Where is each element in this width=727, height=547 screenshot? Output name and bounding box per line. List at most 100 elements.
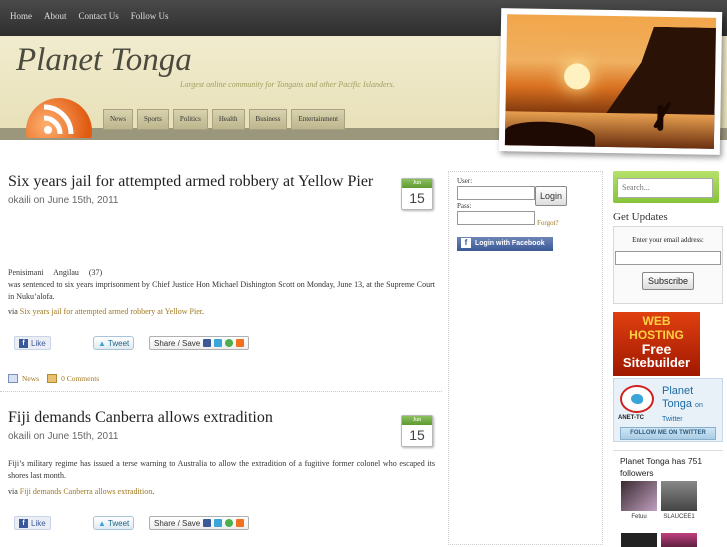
like-label: Like bbox=[31, 518, 46, 528]
search-input[interactable] bbox=[617, 177, 713, 198]
date-badge: Jun 15 bbox=[401, 178, 433, 210]
facebook-login-label: Login with Facebook bbox=[475, 240, 545, 247]
twitter-follow-widget[interactable]: Planet Tonga on Twitter ANET-TC FOLLOW M… bbox=[613, 378, 723, 442]
twitter-bird-icon bbox=[620, 385, 654, 413]
site-title[interactable]: Planet Tonga bbox=[16, 42, 192, 79]
via-source-link[interactable]: Fiji demands Canberra allows extradition bbox=[20, 487, 152, 496]
ad-line: HOSTING bbox=[629, 328, 684, 342]
email-input[interactable] bbox=[615, 251, 721, 265]
post-comments-link[interactable]: 0 Comments bbox=[61, 374, 99, 383]
password-input[interactable] bbox=[457, 211, 535, 225]
follower-avatar[interactable]: SLAUCEE1 bbox=[661, 481, 697, 523]
more-share-icon bbox=[236, 339, 245, 347]
updates-heading: Get Updates bbox=[613, 211, 668, 223]
via-suffix: . bbox=[152, 487, 155, 496]
date-day: 15 bbox=[409, 427, 425, 443]
twitter-bird-icon: ▲ bbox=[98, 338, 106, 348]
post-footer: News 0 Comments bbox=[8, 374, 99, 383]
ad-line: Sitebuilder bbox=[622, 355, 691, 370]
twitter-bird-icon: ▲ bbox=[98, 518, 106, 528]
tweet-button[interactable]: ▲ Tweet bbox=[93, 336, 135, 350]
email-share-icon bbox=[225, 339, 234, 347]
facebook-like-button[interactable]: f Like bbox=[14, 516, 51, 530]
post-excerpt-line: Penisimani Angilau (37) bbox=[8, 268, 103, 277]
facebook-like-button[interactable]: f Like bbox=[14, 336, 51, 350]
login-button[interactable]: Login bbox=[535, 186, 567, 206]
web-hosting-ad[interactable]: WEB HOSTING Free Sitebuilder bbox=[613, 312, 700, 376]
facebook-login-button[interactable]: f Login with Facebook bbox=[457, 237, 553, 251]
date-day: 15 bbox=[409, 190, 425, 206]
date-month: Jun bbox=[402, 179, 432, 188]
share-save-button[interactable]: Share / Save bbox=[149, 516, 250, 530]
cat-business-tab[interactable]: Business bbox=[248, 109, 288, 130]
cat-news-tab[interactable]: News bbox=[103, 109, 133, 130]
post-category-link[interactable]: News bbox=[22, 374, 39, 383]
facebook-icon: f bbox=[461, 238, 471, 248]
nav-about-link[interactable]: About bbox=[38, 11, 73, 21]
pass-label: Pass: bbox=[457, 202, 472, 210]
cat-politics-tab[interactable]: Politics bbox=[172, 109, 208, 130]
post-excerpt: Penisimani Angilau (37) was sentenced to… bbox=[8, 267, 435, 303]
cat-sports-tab[interactable]: Sports bbox=[136, 109, 169, 130]
post-meta: okaili on June 15th, 2011 bbox=[8, 431, 119, 442]
post-title[interactable]: Fiji demands Canberra allows extradition bbox=[8, 409, 436, 427]
email-prompt: Enter your email address: bbox=[632, 236, 704, 244]
tweet-label: Tweet bbox=[107, 518, 130, 528]
forgot-password-link[interactable]: Forgot? bbox=[537, 219, 559, 227]
tweet-button[interactable]: ▲ Tweet bbox=[93, 516, 135, 530]
follower-name: Fetuu bbox=[631, 514, 647, 520]
avatar bbox=[661, 481, 697, 511]
follow-on-twitter-button[interactable]: FOLLOW ME ON TWITTER bbox=[620, 427, 716, 440]
subscribe-button[interactable]: Subscribe bbox=[642, 272, 694, 290]
share-save-label: Share / Save bbox=[154, 338, 201, 348]
facebook-share-icon bbox=[203, 519, 212, 527]
comments-icon bbox=[47, 374, 58, 383]
rss-icon[interactable] bbox=[26, 98, 92, 138]
twitter-name: Planet Tonga on Twitter bbox=[662, 385, 703, 426]
date-badge: Jun 15 bbox=[401, 415, 433, 447]
post-via: via Six years jail for attempted armed r… bbox=[8, 307, 204, 316]
followers-count: Planet Tonga has 751 followers bbox=[620, 456, 703, 478]
twitter-platform: Twitter bbox=[662, 416, 683, 423]
nav-home-link[interactable]: Home bbox=[4, 11, 38, 21]
header-sunset-photo bbox=[498, 8, 723, 155]
facebook-icon: f bbox=[19, 518, 28, 528]
username-input[interactable] bbox=[457, 186, 535, 200]
category-icon bbox=[8, 374, 18, 383]
post-article: Fiji demands Canberra allows extradition… bbox=[8, 409, 436, 442]
cat-entertainment-tab[interactable]: Entertainment bbox=[291, 109, 346, 130]
login-widget: User: Pass: Login Forgot? f Login with Fa… bbox=[448, 171, 603, 545]
nav-follow-link[interactable]: Follow Us bbox=[125, 11, 175, 21]
more-share-icon bbox=[236, 519, 245, 527]
twitter-share-icon bbox=[214, 519, 223, 527]
post-article: Six years jail for attempted armed robbe… bbox=[8, 173, 436, 206]
site-tagline: Largest online community for Tongans and… bbox=[180, 80, 395, 89]
post-meta: okaili on June 15th, 2011 bbox=[8, 195, 119, 206]
follower-avatars: Fetuu SLAUCEE1 bbox=[621, 481, 697, 523]
via-label: via bbox=[8, 307, 18, 316]
twitter-share-icon bbox=[214, 339, 223, 347]
post-excerpt: Fiji’s military regime has issued a ters… bbox=[8, 459, 435, 480]
nav-contact-link[interactable]: Contact Us bbox=[73, 11, 125, 21]
cat-health-tab[interactable]: Health bbox=[211, 109, 245, 130]
tweet-label: Tweet bbox=[107, 338, 130, 348]
via-source-link[interactable]: Six years jail for attempted armed robbe… bbox=[20, 307, 202, 316]
user-label: User: bbox=[457, 177, 473, 185]
top-navigation: Home About Contact Us Follow Us bbox=[4, 11, 175, 21]
followers-widget: Planet Tonga has 751 followers Fetuu SLA… bbox=[613, 450, 723, 547]
ad-line: WEB bbox=[642, 314, 671, 328]
email-share-icon bbox=[225, 519, 234, 527]
share-save-label: Share / Save bbox=[154, 518, 201, 528]
post-title[interactable]: Six years jail for attempted armed robbe… bbox=[8, 173, 436, 191]
share-save-button[interactable]: Share / Save bbox=[149, 336, 250, 350]
via-suffix: . bbox=[201, 307, 204, 316]
twitter-name-line: Tonga bbox=[662, 398, 692, 410]
twitter-on: on bbox=[695, 402, 703, 409]
ad-line: Free bbox=[641, 341, 672, 357]
follower-avatar[interactable]: Fetuu bbox=[621, 481, 657, 523]
follower-name: SLAUCEE1 bbox=[663, 514, 695, 520]
email-subscribe-widget: Enter your email address: Subscribe bbox=[613, 226, 723, 304]
facebook-icon: f bbox=[19, 338, 28, 348]
avatar bbox=[621, 481, 657, 511]
anet-label: ANET-TC bbox=[618, 415, 644, 421]
